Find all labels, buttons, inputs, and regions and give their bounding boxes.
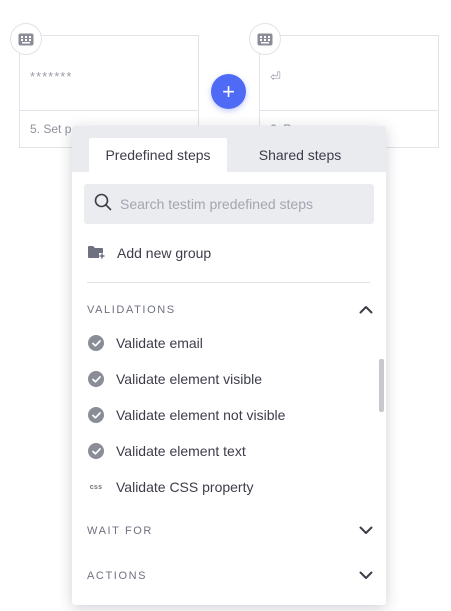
list-item-validate-element-not-visible[interactable]: Validate element not visible xyxy=(87,404,285,426)
section-title: WAIT FOR xyxy=(87,525,153,537)
tab-predefined-steps[interactable]: Predefined steps xyxy=(89,138,227,172)
css-icon: css xyxy=(89,483,103,491)
tab-bar: Predefined steps Shared steps xyxy=(72,126,386,172)
add-new-group-button[interactable]: Add new group xyxy=(87,242,211,264)
check-circle-icon xyxy=(88,443,104,459)
tab-shared-steps[interactable]: Shared steps xyxy=(242,138,358,172)
chevron-down-icon[interactable] xyxy=(359,567,373,585)
search-icon xyxy=(94,193,112,216)
list-item-validate-element-visible[interactable]: Validate element visible xyxy=(87,368,262,390)
keyboard-icon xyxy=(10,23,42,55)
list-item-label: Validate CSS property xyxy=(116,479,254,495)
add-step-button[interactable]: + xyxy=(211,74,246,109)
list-item-label: Validate element text xyxy=(116,443,246,459)
check-circle-icon xyxy=(88,407,104,423)
scrollbar-thumb[interactable] xyxy=(379,359,384,412)
chevron-up-icon[interactable] xyxy=(359,301,373,319)
list-item-validate-element-text[interactable]: Validate element text xyxy=(87,440,246,462)
divider xyxy=(87,282,370,283)
section-wait-for-header[interactable]: WAIT FOR xyxy=(87,521,373,541)
chevron-down-icon[interactable] xyxy=(359,522,373,540)
keyboard-icon xyxy=(249,23,281,55)
list-item-validate-email[interactable]: Validate email xyxy=(87,332,203,354)
step-preview: ******* xyxy=(20,36,198,111)
search-box[interactable] xyxy=(84,184,374,224)
check-circle-icon xyxy=(88,335,104,351)
add-step-popup: Predefined steps Shared steps Add new gr… xyxy=(72,126,386,605)
section-actions-header[interactable]: ACTIONS xyxy=(87,566,373,586)
list-item-label: Validate element visible xyxy=(116,371,263,387)
step-preview: ⏎ xyxy=(260,36,438,111)
list-item-validate-css-property[interactable]: css Validate CSS property xyxy=(87,476,254,498)
search-input[interactable] xyxy=(120,196,360,212)
folder-plus-icon xyxy=(87,244,105,263)
section-title: ACTIONS xyxy=(87,570,148,582)
section-validations-header[interactable]: VALIDATIONS xyxy=(87,300,373,320)
check-circle-icon xyxy=(88,371,104,387)
plus-icon: + xyxy=(222,78,235,104)
step-caption: 5. Set p xyxy=(30,122,72,136)
list-item-label: Validate element not visible xyxy=(116,407,286,423)
step-preview-text: ******* xyxy=(30,69,73,84)
list-item-label: Validate email xyxy=(116,335,203,351)
enter-key-icon: ⏎ xyxy=(270,69,282,84)
add-new-group-label: Add new group xyxy=(117,245,212,261)
section-title: VALIDATIONS xyxy=(87,304,176,316)
